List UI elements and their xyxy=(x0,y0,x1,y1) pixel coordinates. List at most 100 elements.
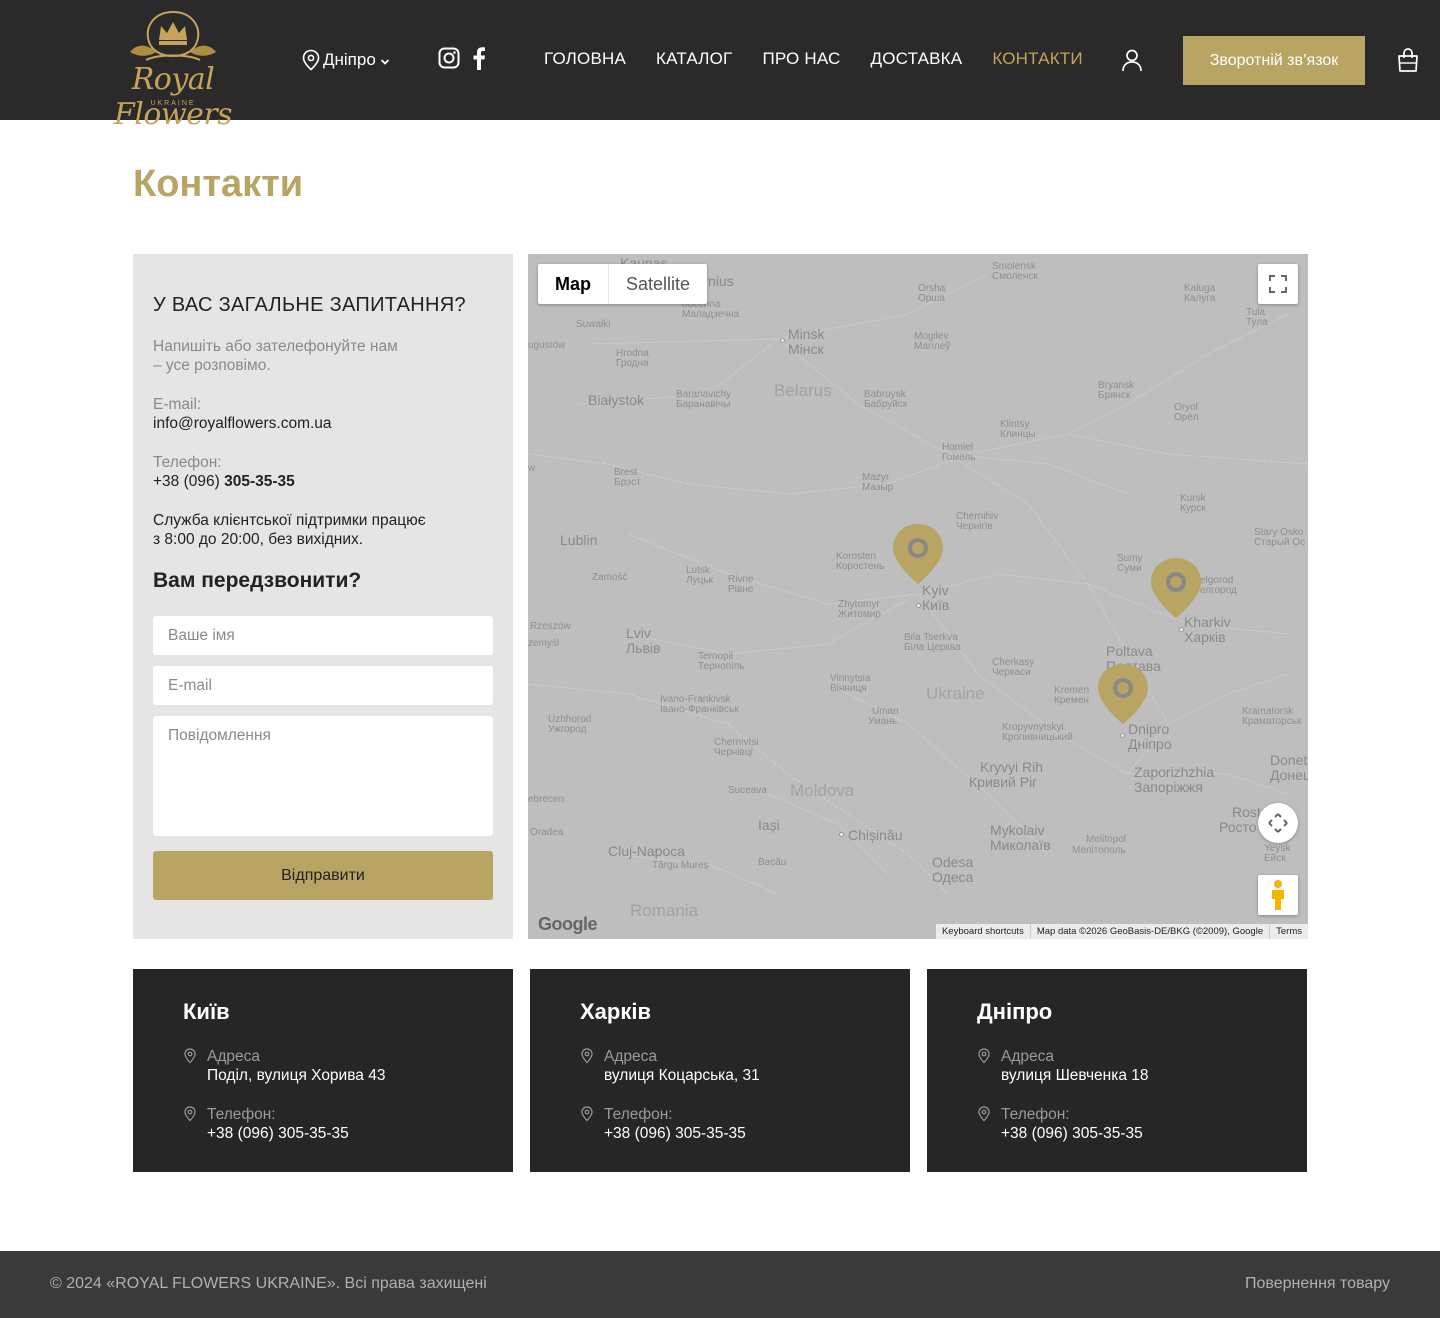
office-address: Адреса Поділ, вулиця Хорива 43 xyxy=(183,1047,513,1085)
name-input[interactable]: Ваше імя xyxy=(153,616,493,655)
intro-line-1: Напишіть або зателефонуйте нам xyxy=(153,338,398,355)
callback-button[interactable]: Зворотній зв’язок xyxy=(1183,36,1365,85)
message-textarea[interactable]: Повідомлення xyxy=(153,716,493,836)
main-nav: ГОЛОВНА КАТАЛОГ ПРО НАС ДОСТАВКА КОНТАКТ… xyxy=(544,49,1113,69)
map-label-odesa: Odesa xyxy=(932,854,974,870)
map-label-kursk-cyr: Курск xyxy=(1180,503,1206,514)
nav-contacts[interactable]: КОНТАКТИ xyxy=(992,49,1082,69)
nav-home[interactable]: ГОЛОВНА xyxy=(544,49,626,69)
phone-value[interactable]: +38 (096) 305-35-35 xyxy=(153,472,493,491)
map-label-donetsk-cyr: Донецьк xyxy=(1270,767,1308,783)
kyiv-marker-icon[interactable] xyxy=(890,522,946,586)
map-label-uzhhorod-cyr: Ужгород xyxy=(548,724,587,735)
map-label-vilnius: nius xyxy=(708,273,734,289)
office-city: Київ xyxy=(183,999,230,1024)
map-type-map-button[interactable]: Map xyxy=(538,264,608,304)
map-city-dot xyxy=(1179,627,1184,632)
map-data-text: Map data ©2026 GeoBasis-DE/BKG (©2009), … xyxy=(1029,924,1269,939)
map-label-mykolaiv-cyr: Миколаїв xyxy=(990,837,1051,853)
office-card-kharkiv: Харків Адреса вулиця Коцарська, 31 Телеф… xyxy=(530,969,910,1172)
intro-text: Напишіть або зателефонуйте нам – усе роз… xyxy=(153,337,493,375)
nav-about[interactable]: ПРО НАС xyxy=(762,49,840,69)
office-city: Харків xyxy=(580,999,651,1024)
map-label-dnipro-cyr: Дніпро xyxy=(1128,736,1172,752)
office-address: Адреса вулиця Коцарська, 31 xyxy=(580,1047,910,1085)
support-hours: Служба клієнтської підтримки працює з 8:… xyxy=(153,511,493,549)
dnipro-marker-icon[interactable] xyxy=(1095,662,1151,726)
city-selector[interactable]: Дніпро xyxy=(301,48,390,72)
location-pin-icon xyxy=(978,1106,990,1122)
map-label-zamosc: Zamość xyxy=(592,572,628,583)
map-label-poltava: Poltava xyxy=(1106,643,1153,659)
location-pin-icon xyxy=(302,49,320,71)
instagram-icon[interactable] xyxy=(438,47,460,69)
map-label-korosten-cyr: Коростень xyxy=(836,561,885,572)
phone-value[interactable]: +38 (096) 305-35-35 xyxy=(1001,1124,1307,1143)
phone-label: Телефон: xyxy=(604,1106,673,1123)
map-label-kyiv-cyr: Київ xyxy=(922,597,950,613)
map-label-lutsk-cyr: Луцьк xyxy=(686,575,713,586)
map-type-satellite-button[interactable]: Satellite xyxy=(608,264,707,304)
email-value[interactable]: info@royalflowers.com.ua xyxy=(153,414,493,433)
map-label-rostov: Rost xyxy=(1232,804,1261,820)
office-card-dnipro: Дніпро Адреса вулиця Шевченка 18 Телефон… xyxy=(927,969,1307,1172)
keyboard-shortcuts-link[interactable]: Keyboard shortcuts xyxy=(936,924,1030,939)
nav-catalog[interactable]: КАТАЛОГ xyxy=(656,49,732,69)
shopping-bag-icon[interactable] xyxy=(1396,47,1420,73)
map-label-babruysk-cyr: Бабруйск xyxy=(864,399,908,410)
phone-value[interactable]: +38 (096) 305-35-35 xyxy=(604,1124,910,1143)
map-label-romania: Romania xyxy=(630,901,699,920)
address-value: Поділ, вулиця Хорива 43 xyxy=(207,1067,386,1084)
kharkiv-marker-icon[interactable] xyxy=(1148,556,1204,620)
facebook-icon[interactable] xyxy=(472,46,486,70)
submit-button[interactable]: Відправити xyxy=(153,851,493,900)
phone-value[interactable]: +38 (096) 305-35-35 xyxy=(207,1124,513,1143)
office-phone: Телефон: +38 (096) 305-35-35 xyxy=(977,1105,1307,1143)
map-label-brest-cyr: Брэст xyxy=(614,477,641,488)
map-label-cluj: Cluj-Napoca xyxy=(608,843,686,859)
returns-link[interactable]: Повернення товару xyxy=(1245,1275,1390,1293)
map-label-lviv: Lviv xyxy=(626,625,651,641)
nav-delivery[interactable]: ДОСТАВКА xyxy=(871,49,963,69)
brand-logo[interactable]: Royal Flowers UKRAINE xyxy=(84,6,262,132)
map-label-w: w xyxy=(528,463,536,474)
map-label-minsk-cyr: Мінск xyxy=(788,341,824,357)
map-label-vinnytsia-cyr: Вінниця xyxy=(830,683,867,694)
map-label-rzeszow: Rzeszów xyxy=(530,621,571,632)
map-city-dot xyxy=(780,338,785,343)
address-value: вулиця Шевченка 18 xyxy=(1001,1067,1149,1084)
office-address: Адреса вулиця Шевченка 18 xyxy=(977,1047,1307,1085)
map-pan-control[interactable] xyxy=(1258,803,1298,843)
map-label-melitopol: Melitopol xyxy=(1086,834,1127,845)
brand-name: Royal Flowers xyxy=(113,62,233,132)
fullscreen-button[interactable] xyxy=(1258,264,1298,304)
email-block: E-mail: info@royalflowers.com.ua xyxy=(153,395,493,433)
user-account-icon[interactable] xyxy=(1120,48,1144,72)
map-label-moldova: Moldova xyxy=(790,781,855,800)
map-label-bryansk-cyr: Брянск xyxy=(1098,390,1131,401)
google-map[interactable]: Kaunas nius Smolensk Смоленск Kaluga Кал… xyxy=(528,254,1308,939)
phone-block: Телефон: +38 (096) 305-35-35 xyxy=(153,453,493,491)
map-label-ivano-frankivsk-cyr: Івано-Франківськ xyxy=(660,704,739,715)
move-arrows-icon xyxy=(1268,813,1288,833)
map-label-melitopol-cyr: Мелітополь xyxy=(1072,845,1126,856)
map-label-lviv-cyr: Львів xyxy=(626,640,661,656)
map-label-mazyr-cyr: Мазыр xyxy=(862,482,894,493)
brand-subtitle: UKRAINE xyxy=(150,100,196,107)
map-type-control: Map Satellite xyxy=(538,264,708,304)
map-label-iasi: Iași xyxy=(758,817,780,833)
map-label-donetsk: Donetsk xyxy=(1270,752,1308,768)
contact-panel: У ВАС ЗАГАЛЬНЕ ЗАПИТАННЯ? Напишіть або з… xyxy=(133,254,513,939)
office-phone: Телефон: +38 (096) 305-35-35 xyxy=(183,1105,513,1143)
street-view-pegman[interactable] xyxy=(1258,875,1298,915)
location-pin-icon xyxy=(184,1106,196,1122)
callback-heading: Вам передзвонити? xyxy=(153,569,362,592)
email-input[interactable]: E-mail xyxy=(153,666,493,705)
general-question-heading: У ВАС ЗАГАЛЬНЕ ЗАПИТАННЯ? xyxy=(153,294,466,316)
terms-link[interactable]: Terms xyxy=(1269,924,1308,939)
location-pin-icon xyxy=(184,1048,196,1064)
phone-number: 305-35-35 xyxy=(224,473,295,490)
site-header: Royal Flowers UKRAINE Дніпро ГОЛОВНА КАТ… xyxy=(0,0,1440,132)
map-label-bacau: Bacău xyxy=(758,857,787,868)
city-label: Дніпро xyxy=(323,50,376,69)
